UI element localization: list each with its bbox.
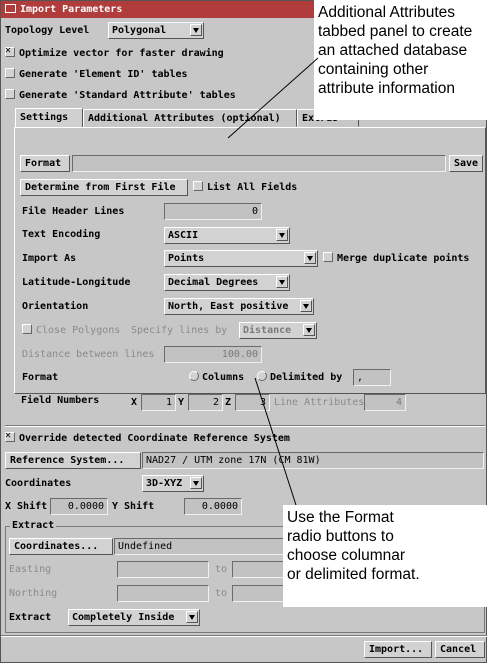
leader-line-bottom [254,377,297,506]
callout-leader-lines [227,57,319,506]
leader-line-top [227,57,319,139]
